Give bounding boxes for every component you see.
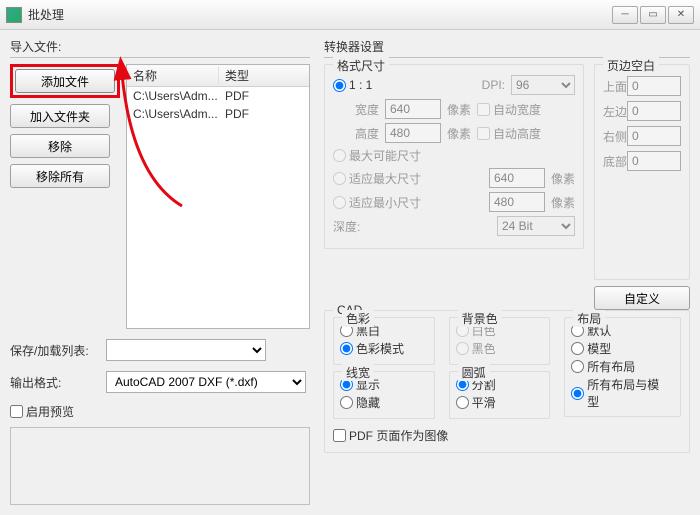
dpi-combo[interactable]: 96	[511, 75, 575, 95]
auto-height-check[interactable]: 自动高度	[477, 125, 541, 142]
height-input[interactable]	[385, 123, 441, 143]
max-possible[interactable]: 最大可能尺寸	[333, 147, 421, 164]
col-type[interactable]: 类型	[219, 67, 309, 84]
layout-all-model[interactable]: 所有布局与模型	[571, 376, 666, 410]
layout-all[interactable]: 所有布局	[571, 358, 635, 375]
margin-top[interactable]	[627, 76, 681, 96]
margin-left[interactable]	[627, 101, 681, 121]
custom-button[interactable]: 自定义	[594, 286, 690, 310]
width-input[interactable]	[385, 99, 441, 119]
list-header: 名称 类型	[127, 65, 309, 87]
linew-hide[interactable]: 隐藏	[340, 394, 380, 411]
list-item[interactable]: C:\Users\Adm... PDF	[127, 87, 309, 105]
app-icon	[6, 7, 22, 23]
remove-all-button[interactable]: 移除所有	[10, 164, 110, 188]
auto-width-check[interactable]: 自动宽度	[477, 101, 541, 118]
arc-smooth[interactable]: 平滑	[456, 394, 496, 411]
close-button[interactable]: ✕	[668, 6, 694, 24]
import-label: 导入文件:	[10, 38, 310, 55]
fit-min[interactable]: 适应最小尺寸	[333, 194, 421, 211]
bg-black[interactable]: 黑色	[456, 340, 496, 357]
window-title: 批处理	[28, 6, 610, 23]
enable-preview-checkbox[interactable]: 启用预览	[10, 403, 74, 420]
ratio-1-1[interactable]: 1 : 1	[333, 78, 372, 92]
output-format-label: 输出格式:	[10, 374, 100, 391]
color-mode[interactable]: 色彩模式	[340, 340, 404, 357]
fit-max[interactable]: 适应最大尺寸	[333, 170, 421, 187]
pdf-as-image-check[interactable]: PDF 页面作为图像	[333, 427, 448, 444]
remove-button[interactable]: 移除	[10, 134, 110, 158]
save-list-combo[interactable]	[106, 339, 266, 361]
highlight-add-file: 添加文件	[10, 64, 120, 98]
format-group: 格式尺寸 1 : 1 DPI: 96 宽度 像素 自动宽度 高度	[324, 64, 584, 249]
depth-combo[interactable]: 24 Bit	[497, 216, 575, 236]
list-item[interactable]: C:\Users\Adm... PDF	[127, 105, 309, 123]
margin-right[interactable]	[627, 126, 681, 146]
maximize-button[interactable]: ▭	[640, 6, 666, 24]
margin-bottom[interactable]	[627, 151, 681, 171]
add-file-button[interactable]: 添加文件	[15, 69, 115, 93]
minimize-button[interactable]: ─	[612, 6, 638, 24]
margins-group: 页边空白 上面 左边 右侧 底部	[594, 64, 690, 280]
output-format-combo[interactable]: AutoCAD 2007 DXF (*.dxf)	[106, 371, 306, 393]
file-list[interactable]: 名称 类型 C:\Users\Adm... PDF C:\Users\Adm..…	[126, 64, 310, 329]
layout-model[interactable]: 模型	[571, 340, 611, 357]
add-folder-button[interactable]: 加入文件夹	[10, 104, 110, 128]
save-list-label: 保存/加载列表:	[10, 342, 100, 359]
titlebar: 批处理 ─ ▭ ✕	[0, 0, 700, 30]
cad-group: CAD 色彩 黑白 色彩模式 线宽 显示 隐藏 背景色	[324, 310, 690, 453]
converter-label: 转换器设置	[324, 38, 690, 55]
preview-pane	[10, 427, 310, 505]
col-name[interactable]: 名称	[127, 67, 219, 84]
